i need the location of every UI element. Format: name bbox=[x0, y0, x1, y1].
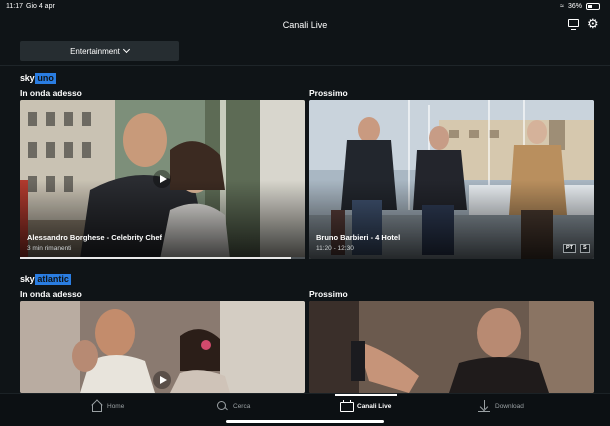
cast-icon[interactable] bbox=[568, 19, 579, 30]
next-label: Prossimo bbox=[309, 289, 348, 299]
now-label: In onda adesso bbox=[20, 88, 82, 98]
tab-download-label: Download bbox=[495, 402, 524, 410]
program-thumbnail bbox=[309, 301, 594, 393]
next-program-card[interactable] bbox=[309, 301, 594, 393]
header-divider bbox=[0, 65, 610, 66]
play-icon[interactable] bbox=[153, 371, 171, 389]
page-title: Canali Live bbox=[282, 20, 328, 30]
battery-percent: 36% bbox=[567, 3, 582, 10]
category-dropdown[interactable]: Entertainment bbox=[20, 41, 179, 61]
chevron-down-icon bbox=[122, 45, 130, 54]
time-remaining: 3 min rimanenti bbox=[27, 245, 72, 252]
progress-bar bbox=[20, 257, 305, 259]
status-right: ≈ 36% bbox=[560, 3, 600, 10]
channel-logo-name: uno bbox=[35, 73, 56, 84]
home-indicator bbox=[226, 420, 384, 423]
age-rating-badge: PT bbox=[563, 244, 577, 253]
tab-search-label: Cerca bbox=[233, 402, 251, 410]
wifi-icon: ≈ bbox=[560, 3, 564, 10]
channel-logo-sky: sky bbox=[20, 73, 35, 83]
program-title: Bruno Barbieri - 4 Hotel bbox=[316, 233, 401, 242]
active-tab-indicator bbox=[335, 394, 397, 396]
next-label: Prossimo bbox=[309, 88, 348, 98]
tv-icon bbox=[340, 400, 354, 412]
program-time: 11:20 - 12:30 bbox=[316, 245, 354, 252]
home-icon bbox=[90, 400, 102, 412]
download-icon bbox=[478, 400, 490, 413]
now-playing-card[interactable]: Alessandro Borghese - Celebrity Chef 3 m… bbox=[20, 100, 305, 259]
tab-search[interactable]: Cerca bbox=[216, 400, 250, 412]
gear-icon[interactable]: ⚙ bbox=[587, 17, 600, 30]
tab-home[interactable]: Home bbox=[90, 400, 124, 412]
now-label: In onda adesso bbox=[20, 289, 82, 299]
status-date: Gio 4 apr bbox=[26, 3, 55, 10]
channel-logo-sky-uno: sky uno bbox=[20, 73, 56, 84]
program-title: Alessandro Borghese - Celebrity Chef bbox=[27, 233, 163, 242]
progress-fill bbox=[20, 257, 291, 259]
now-playing-card[interactable] bbox=[20, 301, 305, 393]
channel-logo-sky: sky bbox=[20, 274, 35, 284]
status-time: 11:17 bbox=[6, 3, 23, 10]
tab-live-channels-label: Canali Live bbox=[357, 402, 392, 410]
tab-download[interactable]: Download bbox=[478, 400, 524, 413]
battery-icon bbox=[586, 3, 600, 10]
channel-logo-sky-atlantic: sky atlantic bbox=[20, 274, 71, 285]
subtitle-badge: S bbox=[580, 244, 590, 253]
channel-logo-name: atlantic bbox=[35, 274, 71, 285]
top-header: Canali Live ⚙ bbox=[0, 14, 610, 38]
next-program-card[interactable]: Bruno Barbieri - 4 Hotel 11:20 - 12:30 P… bbox=[309, 100, 594, 259]
tab-live-channels[interactable]: Canali Live bbox=[340, 400, 391, 412]
category-dropdown-label: Entertainment bbox=[70, 46, 120, 56]
search-icon bbox=[216, 400, 228, 412]
status-bar: 11:17 Gio 4 apr ≈ 36% bbox=[0, 0, 610, 14]
tab-home-label: Home bbox=[107, 402, 125, 410]
play-icon[interactable] bbox=[153, 170, 171, 188]
